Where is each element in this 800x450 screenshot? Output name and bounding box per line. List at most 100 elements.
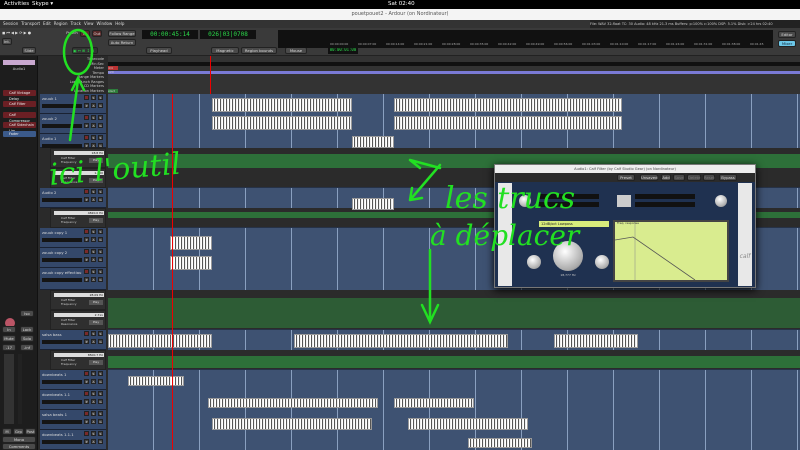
automation-value[interactable]: 8500.7 Hz — [54, 353, 104, 357]
track-gain-fader[interactable] — [42, 420, 82, 424]
gain-display[interactable]: -17 — [2, 344, 16, 351]
track-button-s[interactable]: S — [91, 115, 96, 120]
automation-value[interactable]: 18.8 Hz — [54, 151, 104, 155]
plugin-calf-filter[interactable]: Calf Filter — [3, 101, 36, 107]
track-button-s[interactable]: S — [91, 331, 96, 336]
automation-lane[interactable] — [108, 290, 800, 330]
track-button-p[interactable]: P — [84, 237, 89, 242]
track-button-rec[interactable] — [84, 371, 89, 376]
preset-select[interactable]: Unsaved — [640, 174, 658, 181]
audio-region[interactable] — [212, 418, 372, 430]
track-button-a[interactable]: A — [91, 419, 96, 424]
start-marker[interactable]: start — [108, 89, 118, 93]
mono-button[interactable]: Mono — [2, 436, 36, 443]
mode-select[interactable]: 12dB/oct Lowpass — [539, 221, 609, 227]
track-button-rec[interactable] — [84, 95, 89, 100]
track-header[interactable]: zouuk copy effectiau S S P A G — [40, 268, 106, 290]
audio-region[interactable] — [352, 136, 394, 148]
track-button-a[interactable]: A — [91, 379, 96, 384]
track-header[interactable]: zouuk 2SSPAG — [40, 114, 106, 134]
track-gain-fader[interactable] — [42, 340, 82, 344]
track-name[interactable]: zouuk copy 1 — [42, 230, 67, 235]
track-gain-fader[interactable] — [42, 198, 82, 202]
track-button-p[interactable]: P — [84, 123, 89, 128]
punch-out-button[interactable]: Out — [92, 30, 102, 37]
track-button-rec[interactable] — [84, 135, 89, 140]
track-header[interactable]: downbeats 1SSPAG — [40, 370, 106, 390]
mute-button[interactable]: Mute — [2, 335, 16, 342]
track-button-a[interactable]: A — [91, 399, 96, 404]
track-button-g[interactable]: G — [98, 439, 103, 444]
menu-edit[interactable]: Edit — [43, 21, 51, 26]
clock[interactable]: Sat 02:40 — [388, 1, 415, 7]
automation-mode-button[interactable]: Play — [89, 300, 103, 305]
track-gain-fader[interactable] — [42, 278, 82, 282]
audio-region[interactable] — [170, 236, 212, 250]
bypass-switch[interactable] — [617, 195, 631, 207]
mini-timeline[interactable]: 00:00:00:00 00:00:07:00 00:00:14:00 00:00:2… — [278, 30, 773, 48]
track-button-g[interactable]: G — [98, 123, 103, 128]
group-button[interactable]: Grp — [13, 428, 24, 435]
audio-region[interactable] — [408, 418, 528, 430]
automation-mode-button[interactable]: Play — [89, 178, 103, 183]
track-button-p[interactable]: P — [84, 379, 89, 384]
track-name[interactable]: salsa beats 1 — [42, 412, 67, 417]
strip-name[interactable]: Audio1 — [3, 67, 35, 71]
track-gain-fader[interactable] — [42, 238, 82, 242]
track-button-s[interactable]: S — [91, 95, 96, 100]
track-button-rec[interactable] — [84, 189, 89, 194]
track-button-s[interactable]: S — [98, 411, 103, 416]
plugin-calf-sidechain[interactable]: Calf Sidechain Lim — [3, 122, 36, 133]
audio-region[interactable] — [170, 256, 212, 270]
frequency-knob[interactable] — [553, 241, 583, 271]
track-header[interactable]: downbeats 1.1 S S P A G — [40, 390, 106, 410]
track-name[interactable]: zouuk copy 2 — [42, 250, 67, 255]
track-name[interactable]: zouuk copy effectiau — [42, 270, 81, 275]
track-button-p[interactable]: P — [84, 197, 89, 202]
automation-mode-button[interactable]: Play — [89, 218, 103, 223]
track-header[interactable]: salsa beats 1SSPAG — [40, 410, 106, 430]
playhead[interactable] — [210, 56, 211, 94]
track-button-s[interactable]: S — [98, 371, 103, 376]
comments-button[interactable]: Comments — [2, 443, 36, 450]
resonance-knob[interactable] — [527, 255, 541, 269]
track-button-s[interactable]: S — [98, 229, 103, 234]
track-name[interactable]: downbeats 1.1 — [42, 392, 70, 397]
track-gain-fader[interactable] — [42, 400, 82, 404]
track-name[interactable]: downbeats 1.1.1 — [42, 432, 74, 437]
tempo-line[interactable]: 120 — [108, 71, 800, 74]
snap-mode-select[interactable]: Magnetic — [211, 47, 239, 54]
audio-region[interactable] — [212, 116, 352, 130]
track-button-a[interactable]: A — [91, 197, 96, 202]
menu-track[interactable]: Track — [71, 21, 81, 26]
post-button[interactable]: Post — [25, 428, 36, 435]
menu-session[interactable]: Session — [3, 21, 18, 26]
track-button-g[interactable]: G — [98, 237, 103, 242]
lock-button[interactable]: Lock — [20, 326, 34, 333]
track-button-p[interactable]: P — [84, 399, 89, 404]
automation-value[interactable]: 2.7xx — [54, 313, 104, 317]
audio-region[interactable] — [554, 334, 638, 348]
track-button-s[interactable]: S — [91, 135, 96, 140]
track-button-p[interactable]: P — [84, 257, 89, 262]
track-button-rec[interactable] — [84, 229, 89, 234]
automation-mode-button[interactable]: Play — [89, 360, 103, 365]
automation-value[interactable]: 1.000 — [54, 171, 104, 175]
menu-view[interactable]: View — [84, 21, 94, 26]
track-header[interactable]: Audio 2SSPAG — [40, 188, 106, 208]
preset-button[interactable]: Preset — [617, 174, 635, 181]
audio-region[interactable] — [394, 398, 474, 408]
add-preset-button[interactable]: Add — [661, 174, 671, 181]
track-button-p[interactable]: P — [84, 339, 89, 344]
track-button-s[interactable]: S — [91, 249, 96, 254]
menu-transport[interactable]: Transport — [21, 21, 40, 26]
transport-buttons[interactable]: ◼ ⏮ ◀ ▶ ⟳ ▶ ● — [2, 30, 62, 37]
track-button-p[interactable]: P — [84, 277, 89, 282]
solo-button[interactable]: Solo — [20, 335, 34, 342]
track-gain-fader[interactable] — [42, 380, 82, 384]
bypass-button[interactable]: Bypass — [719, 174, 737, 181]
track-button-g[interactable]: G — [98, 399, 103, 404]
track-button-s[interactable]: S — [98, 249, 103, 254]
track-button-rec[interactable] — [84, 431, 89, 436]
track-button-g[interactable]: G — [98, 339, 103, 344]
